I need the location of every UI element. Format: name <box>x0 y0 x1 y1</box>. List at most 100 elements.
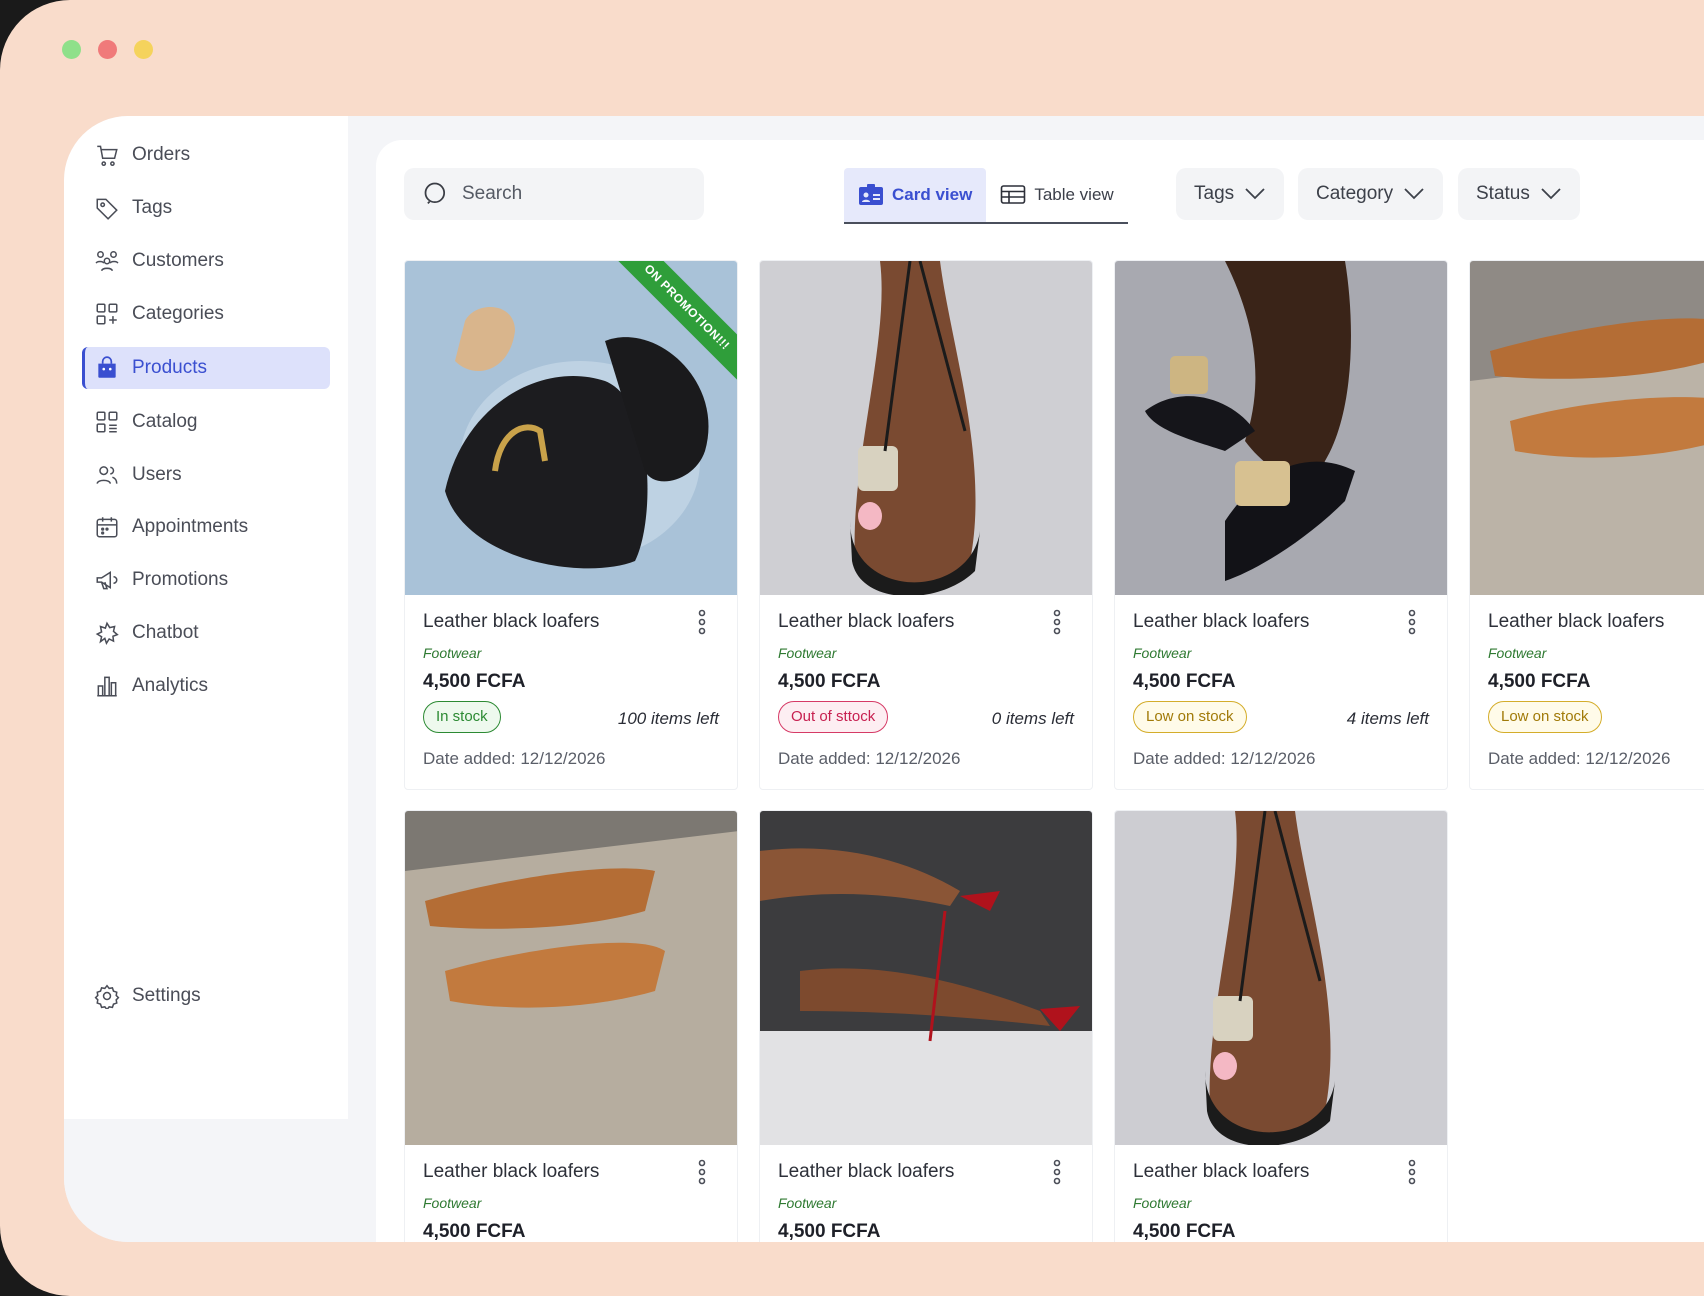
product-price: 4,500 FCFA <box>1133 1221 1236 1242</box>
card-view-button[interactable]: Card view <box>844 168 987 222</box>
more-options-icon[interactable] <box>697 609 707 635</box>
tags-filter-dropdown[interactable]: Tags <box>1176 168 1285 220</box>
sidebar-item-tags[interactable]: Tags <box>82 187 330 229</box>
items-left: 0 items left <box>991 709 1074 728</box>
sidebar-item-settings[interactable]: Settings <box>82 975 330 1017</box>
product-card[interactable]: Leather black loafers Footwear 4,500 FCF… <box>1469 260 1704 790</box>
calendar-icon <box>96 517 118 538</box>
status-filter-dropdown[interactable]: Status <box>1458 168 1580 220</box>
more-options-icon[interactable] <box>697 1159 707 1185</box>
product-price: 4,500 FCFA <box>1488 671 1591 692</box>
sidebar-item-label: Users <box>132 464 182 485</box>
product-card[interactable]: ON PROMOTION!!! Leather black loafers Fo… <box>404 260 738 790</box>
date-added: Date added: 12/12/2026 <box>1488 749 1671 768</box>
product-title: Leather black loafers <box>423 611 600 632</box>
chevron-down-icon <box>1404 188 1424 200</box>
product-price: 4,500 FCFA <box>778 671 881 692</box>
sidebar-item-label: Tags <box>132 197 173 218</box>
product-price: 4,500 FCFA <box>423 1221 526 1242</box>
product-card[interactable]: Leather black loafers Footwear 4,500 FCF… <box>1114 260 1448 790</box>
sidebar-item-analytics[interactable]: Analytics <box>82 665 330 707</box>
gear-icon <box>94 984 120 1009</box>
search-placeholder: Search <box>462 183 523 204</box>
product-card[interactable]: Leather black loafers Footwear 4,500 FCF… <box>404 810 738 1242</box>
chevron-down-icon <box>1541 188 1561 200</box>
app-window: Orders Tags Customers Categories Product… <box>64 116 1704 1242</box>
table-view-label: Table view <box>1034 185 1114 204</box>
status-badge: In stock <box>423 701 501 733</box>
sidebar-item-label: Products <box>132 357 207 378</box>
sidebar: Orders Tags Customers Categories Product… <box>64 116 348 1119</box>
product-title: Leather black loafers <box>1133 1161 1310 1182</box>
product-image <box>405 811 737 1145</box>
sidebar-item-users[interactable]: Users <box>82 454 330 496</box>
tag-icon <box>96 198 118 220</box>
sidebar-item-customers[interactable]: Customers <box>82 240 330 282</box>
more-options-icon[interactable] <box>1052 609 1062 635</box>
status-badge: Low on stock <box>1133 701 1247 733</box>
table-icon <box>1001 185 1026 204</box>
window-maximize-button[interactable] <box>62 40 81 59</box>
sidebar-item-promotions[interactable]: Promotions <box>82 559 330 601</box>
users-icon <box>96 466 118 484</box>
cart-icon <box>97 145 118 167</box>
window-controls <box>62 40 153 59</box>
product-category: Footwear <box>778 645 837 661</box>
analytics-icon <box>97 676 117 697</box>
categories-icon <box>96 303 118 325</box>
product-card[interactable]: Leather black loafers Footwear 4,500 FCF… <box>759 260 1093 790</box>
product-image: ON PROMOTION!!! <box>405 261 737 595</box>
chevron-down-icon <box>1245 188 1265 200</box>
product-image <box>1115 811 1447 1145</box>
sidebar-item-appointments[interactable]: Appointments <box>82 506 330 548</box>
product-title: Leather black loafers <box>1488 611 1665 632</box>
sidebar-item-label: Appointments <box>132 516 249 537</box>
id-card-icon <box>859 184 883 205</box>
sidebar-item-label: Catalog <box>132 411 198 432</box>
category-filter-label: Category <box>1316 183 1394 204</box>
view-toggle: Card view Table view <box>844 168 1128 224</box>
sidebar-item-label: Orders <box>132 144 191 165</box>
window-close-button[interactable] <box>98 40 117 59</box>
sidebar-item-label: Settings <box>132 985 201 1006</box>
product-image <box>760 261 1092 595</box>
product-price: 4,500 FCFA <box>778 1221 881 1242</box>
app-frame: Orders Tags Customers Categories Product… <box>0 0 1704 1296</box>
product-price: 4,500 FCFA <box>1133 671 1236 692</box>
more-options-icon[interactable] <box>1407 609 1417 635</box>
chatbot-icon <box>95 621 119 646</box>
category-filter-dropdown[interactable]: Category <box>1298 168 1444 220</box>
product-card[interactable]: Leather black loafers Footwear 4,500 FCF… <box>759 810 1093 1242</box>
sidebar-item-products[interactable]: Products <box>82 347 330 389</box>
product-image <box>1115 261 1447 595</box>
sidebar-item-label: Categories <box>132 303 224 324</box>
search-input[interactable]: Search <box>404 168 704 220</box>
product-title: Leather black loafers <box>423 1161 600 1182</box>
sidebar-item-catalog[interactable]: Catalog <box>82 401 330 443</box>
items-left: 4 items left <box>1346 709 1429 728</box>
window-minimize-button[interactable] <box>134 40 153 59</box>
more-options-icon[interactable] <box>1407 1159 1417 1185</box>
more-options-icon[interactable] <box>1052 1159 1062 1185</box>
date-added: Date added: 12/12/2026 <box>778 749 961 768</box>
status-filter-label: Status <box>1476 183 1530 204</box>
date-added: Date added: 12/12/2026 <box>423 749 606 768</box>
sidebar-item-label: Promotions <box>132 569 229 590</box>
sidebar-item-chatbot[interactable]: Chatbot <box>82 612 330 654</box>
product-price: 4,500 FCFA <box>423 671 526 692</box>
main-content: Search Card view Table view Tags Categor… <box>376 140 1704 1242</box>
status-badge: Low on stock <box>1488 701 1602 733</box>
product-category: Footwear <box>423 645 482 661</box>
product-image <box>760 811 1092 1145</box>
date-added: Date added: 12/12/2026 <box>1133 749 1316 768</box>
product-title: Leather black loafers <box>778 1161 955 1182</box>
product-card[interactable]: Leather black loafers Footwear 4,500 FCF… <box>1114 810 1448 1242</box>
sidebar-item-orders[interactable]: Orders <box>82 134 330 176</box>
product-title: Leather black loafers <box>1133 611 1310 632</box>
sidebar-item-label: Analytics <box>132 675 209 696</box>
sidebar-footer <box>64 1119 348 1242</box>
sidebar-item-categories[interactable]: Categories <box>82 293 330 335</box>
product-image <box>1470 261 1704 595</box>
table-view-button[interactable]: Table view <box>986 168 1127 222</box>
search-icon <box>424 182 446 204</box>
